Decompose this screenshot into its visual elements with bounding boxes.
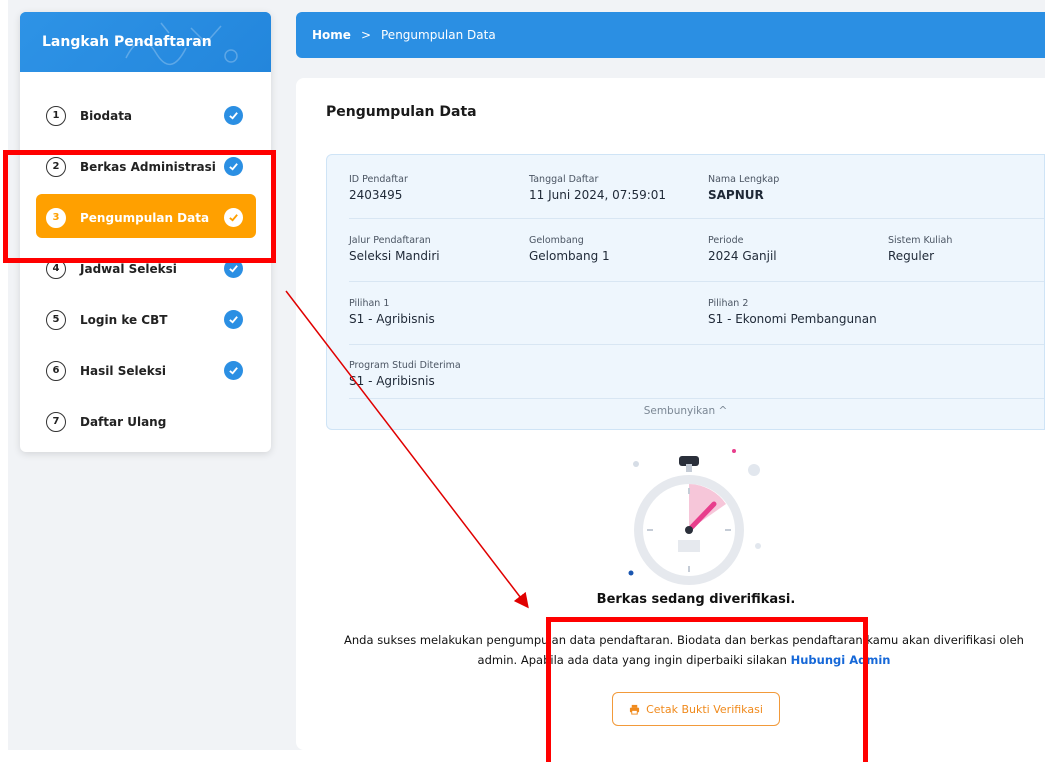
registration-info-panel: ID Pendaftar 2403495 Tanggal Daftar 11 J… xyxy=(326,154,1045,430)
field-pilihan-2: Pilihan 2 S1 - Ekonomi Pembangunan xyxy=(708,298,877,326)
verification-status-title: Berkas sedang diverifikasi. xyxy=(596,592,796,607)
printer-icon xyxy=(630,704,640,715)
check-icon xyxy=(224,157,243,176)
description-line-2: admin. Apabila ada data yang ingin diper… xyxy=(477,653,787,667)
field-periode: Periode 2024 Ganjil xyxy=(708,235,777,263)
step-label: Pengumpulan Data xyxy=(80,210,210,225)
field-id-pendaftar: ID Pendaftar 2403495 xyxy=(349,174,408,202)
field-label: ID Pendaftar xyxy=(349,174,408,185)
info-row-4: Program Studi Diterima S1 - Agribisnis xyxy=(349,345,1044,399)
field-label: Periode xyxy=(708,235,744,246)
steps-list: 1 Biodata 2 Berkas Administrasi 3 Pengum… xyxy=(20,72,271,447)
info-row-2: Jalur Pendaftaran Seleksi Mandiri Gelomb… xyxy=(349,219,1044,282)
field-jalur-pendaftaran: Jalur Pendaftaran Seleksi Mandiri xyxy=(349,235,440,263)
step-label: Berkas Administrasi xyxy=(80,159,216,174)
step-number: 4 xyxy=(46,258,66,279)
field-value: S1 - Agribisnis xyxy=(349,374,435,388)
registration-steps-sidebar: Langkah Pendaftaran 1 Biodata 2 Berkas A… xyxy=(20,12,271,452)
field-value: Gelombang 1 xyxy=(529,249,610,263)
field-label: Program Studi Diterima xyxy=(349,360,461,371)
verification-description: Anda sukses melakukan pengumpulan data p… xyxy=(304,630,1045,670)
breadcrumb-current: Pengumpulan Data xyxy=(381,28,496,42)
sidebar-title: Langkah Pendaftaran xyxy=(42,34,212,50)
field-label: Sistem Kuliah xyxy=(888,235,953,246)
description-line-1: Anda sukses melakukan pengumpulan data p… xyxy=(344,633,1024,647)
check-icon xyxy=(224,310,243,329)
check-icon xyxy=(224,208,243,227)
step-number: 7 xyxy=(46,411,66,432)
contact-admin-link[interactable]: Hubungi Admin xyxy=(791,653,891,667)
print-verification-button[interactable]: Cetak Bukti Verifikasi xyxy=(612,692,780,726)
step-hasil-seleksi[interactable]: 6 Hasil Seleksi xyxy=(20,345,271,396)
step-biodata[interactable]: 1 Biodata xyxy=(20,90,271,141)
step-label: Login ke CBT xyxy=(80,312,168,327)
page-title: Pengumpulan Data xyxy=(326,104,477,120)
field-label: Nama Lengkap xyxy=(708,174,780,185)
step-number: 5 xyxy=(46,309,66,330)
field-value: 11 Juni 2024, 07:59:01 xyxy=(529,188,667,202)
field-label: Jalur Pendaftaran xyxy=(349,235,431,246)
field-value: 2024 Ganjil xyxy=(708,249,777,263)
field-pilihan-1: Pilihan 1 S1 - Agribisnis xyxy=(349,298,435,326)
main-card: Pengumpulan Data ID Pendaftar 2403495 Ta… xyxy=(296,78,1045,750)
step-login-cbt[interactable]: 5 Login ke CBT xyxy=(20,294,271,345)
field-tanggal-daftar: Tanggal Daftar 11 Juni 2024, 07:59:01 xyxy=(529,174,666,202)
field-label: Tanggal Daftar xyxy=(529,174,599,185)
info-row-1: ID Pendaftar 2403495 Tanggal Daftar 11 J… xyxy=(349,155,1044,219)
field-value: Seleksi Mandiri xyxy=(349,249,440,263)
step-berkas-administrasi[interactable]: 2 Berkas Administrasi xyxy=(20,141,271,192)
step-number: 6 xyxy=(46,360,66,381)
step-pengumpulan-data[interactable]: 3 Pengumpulan Data xyxy=(20,192,271,243)
field-nama-lengkap: Nama Lengkap SAPNUR xyxy=(708,174,779,202)
check-icon xyxy=(224,259,243,278)
field-value: SAPNUR xyxy=(708,188,764,202)
step-label: Jadwal Seleksi xyxy=(80,261,177,276)
step-number: 3 xyxy=(46,207,66,228)
print-button-label: Cetak Bukti Verifikasi xyxy=(646,702,763,716)
sidebar-header: Langkah Pendaftaran xyxy=(20,12,271,72)
field-label: Gelombang xyxy=(529,235,584,246)
field-sistem-kuliah: Sistem Kuliah Reguler xyxy=(888,235,952,263)
info-row-3: Pilihan 1 S1 - Agribisnis Pilihan 2 S1 -… xyxy=(349,282,1044,345)
field-label: Pilihan 1 xyxy=(349,298,390,309)
step-number: 1 xyxy=(46,105,66,126)
step-number: 2 xyxy=(46,156,66,177)
step-label: Biodata xyxy=(80,108,133,123)
breadcrumb-home-link[interactable]: Home xyxy=(312,28,351,42)
field-value: S1 - Ekonomi Pembangunan xyxy=(708,312,877,326)
field-label: Pilihan 2 xyxy=(708,298,749,309)
step-label: Daftar Ulang xyxy=(80,414,167,429)
field-value: S1 - Agribisnis xyxy=(349,312,435,326)
check-icon xyxy=(224,361,243,380)
field-gelombang: Gelombang Gelombang 1 xyxy=(529,235,610,263)
check-icon xyxy=(224,106,243,125)
step-jadwal-seleksi[interactable]: 4 Jadwal Seleksi xyxy=(20,243,271,294)
field-value: 2403495 xyxy=(349,188,403,202)
hide-details-toggle[interactable]: Sembunyikan ^ xyxy=(327,405,1044,417)
field-program-studi-diterima: Program Studi Diterima S1 - Agribisnis xyxy=(349,360,461,388)
breadcrumb-separator: > xyxy=(360,28,371,42)
step-label: Hasil Seleksi xyxy=(80,363,166,378)
breadcrumb: Home > Pengumpulan Data xyxy=(296,12,1045,58)
stopwatch-illustration xyxy=(628,449,761,585)
field-value: Reguler xyxy=(888,249,935,263)
step-daftar-ulang[interactable]: 7 Daftar Ulang xyxy=(20,396,271,447)
